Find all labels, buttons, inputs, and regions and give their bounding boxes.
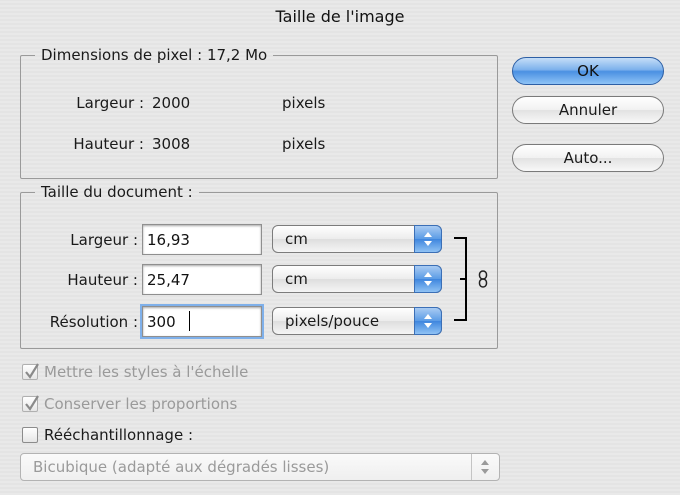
image-size-dialog: Taille de l'image Dimensions de pixel : … (0, 0, 680, 495)
up-down-arrows-icon (414, 225, 442, 253)
text-caret (189, 311, 190, 331)
dialog-title: Taille de l'image (275, 7, 405, 26)
pixel-dimensions-size: 17,2 Mo (206, 46, 268, 64)
checkbox-box (22, 395, 39, 412)
doc-height-label: Hauteur : (67, 271, 138, 289)
resolution-field-wrap (142, 306, 262, 337)
doc-width-unit-select[interactable]: cm (272, 225, 442, 253)
doc-width-label: Largeur : (70, 231, 138, 249)
resample-method-value: Bicubique (adapté aux dégradés lisses) (33, 458, 330, 476)
resolution-unit-value: pixels/pouce (285, 312, 380, 330)
resolution-input[interactable] (142, 306, 262, 337)
resolution-label: Résolution : (49, 313, 138, 331)
up-down-arrows-icon (414, 265, 442, 293)
cancel-button[interactable]: Annuler (512, 96, 664, 124)
pixel-width-value: 2000 (152, 94, 191, 112)
checkbox-box (22, 363, 39, 380)
doc-height-input[interactable] (142, 264, 262, 295)
up-down-arrows-icon (414, 307, 442, 335)
pixel-dimensions-legend: Dimensions de pixel : 17,2 Mo (35, 46, 273, 64)
chain-link-icon (478, 270, 488, 288)
doc-height-unit-select[interactable]: cm (272, 265, 442, 293)
up-down-arrows-icon (471, 454, 499, 480)
doc-height-unit-value: cm (285, 270, 308, 288)
pixel-height-row: Hauteur : 3008 pixels (0, 130, 500, 158)
checkmark-icon (25, 395, 39, 411)
resample-label: Rééchantillonnage : (44, 426, 193, 444)
auto-button[interactable]: Auto... (512, 144, 664, 172)
pixel-width-label: Largeur : (76, 94, 144, 112)
pixel-width-unit: pixels (282, 94, 326, 112)
checkmark-icon (25, 363, 39, 379)
resample-method-select[interactable]: Bicubique (adapté aux dégradés lisses) (20, 453, 500, 481)
scale-styles-label: Mettre les styles à l'échelle (44, 363, 249, 381)
pixel-width-row: Largeur : 2000 pixels (0, 89, 500, 117)
checkbox-box (22, 427, 38, 443)
doc-width-unit-value: cm (285, 230, 308, 248)
pixel-height-label: Hauteur : (73, 135, 144, 153)
ok-button[interactable]: OK (512, 57, 664, 85)
resolution-unit-select[interactable]: pixels/pouce (272, 307, 442, 335)
pixel-dimensions-label: Dimensions de pixel : (41, 46, 203, 64)
doc-width-input[interactable] (142, 224, 262, 255)
constrain-proportions-label: Conserver les proportions (44, 395, 238, 413)
pixel-height-value: 3008 (152, 135, 191, 153)
pixel-height-unit: pixels (282, 135, 326, 153)
document-size-legend: Taille du document : (41, 183, 193, 201)
